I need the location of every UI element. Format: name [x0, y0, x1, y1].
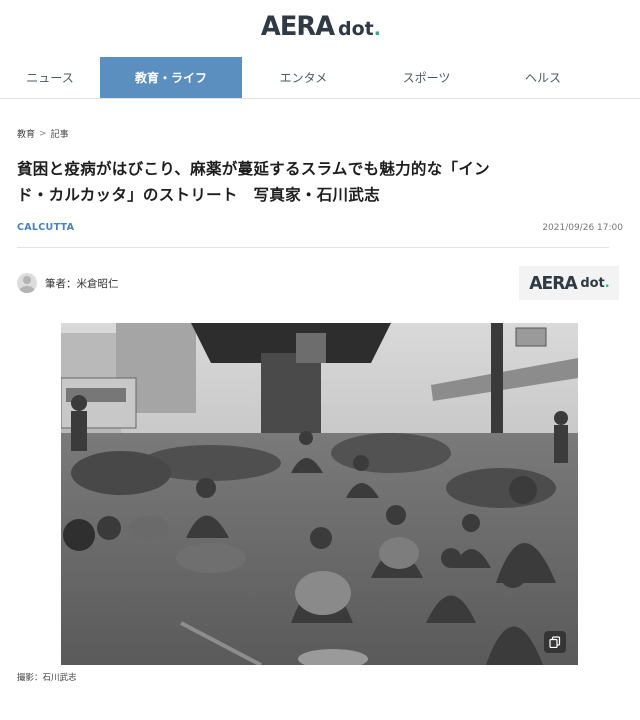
nav-tab-label: ヘルス — [524, 71, 561, 85]
author-name[interactable]: 筆者：米倉昭仁 — [45, 276, 119, 291]
author-row: 筆者：米倉昭仁 AERA dot. — [17, 266, 623, 300]
nav-tab-label: エンタメ — [279, 71, 328, 85]
nav-tab-entertainment[interactable]: エンタメ — [242, 57, 365, 98]
nav-tab-label: ニュース — [26, 71, 74, 85]
nav-tab-sports[interactable]: スポーツ — [365, 57, 488, 98]
badge-logo-sub-word: dot — [580, 275, 605, 291]
logo-dot-char: . — [373, 17, 381, 40]
article-main: 教育 > 記事 貧困と疫病がはびこり、麻薬が蔓延するスラムでも魅力的な「イン ド… — [0, 127, 640, 300]
photo-illustration — [61, 323, 578, 665]
breadcrumb-item-article: 記事 — [50, 130, 69, 140]
article-title-line-2: ド・カルカッタ」のストリート 写真家・石川武志 — [17, 186, 380, 204]
user-avatar-icon — [17, 273, 37, 293]
logo-sub-word: dot — [338, 17, 374, 40]
publish-date: 2021/09/26 17:00 — [542, 222, 623, 233]
meta-divider — [17, 247, 609, 248]
nav-tab-health[interactable]: ヘルス — [488, 57, 598, 98]
site-logo[interactable]: AERA dot. — [259, 11, 381, 42]
publication-logo-badge[interactable]: AERA dot. — [519, 266, 619, 300]
category-tag[interactable]: CALCUTTA — [17, 222, 74, 233]
badge-logo-sub-text: dot. — [580, 276, 609, 291]
site-header: AERA dot. — [0, 0, 640, 52]
category-nav: ニュース 教育・ライフ エンタメ スポーツ ヘルス — [0, 57, 640, 99]
author-info: 筆者：米倉昭仁 — [17, 273, 119, 293]
copy-icon[interactable] — [544, 631, 566, 653]
nav-tab-label: 教育・ライフ — [134, 71, 207, 85]
badge-logo-main-text: AERA — [529, 272, 578, 294]
article-meta: CALCUTTA 2021/09/26 17:00 — [17, 222, 623, 233]
nav-tab-label: スポーツ — [402, 71, 451, 85]
breadcrumb: 教育 > 記事 — [17, 127, 623, 141]
logo-main-text: AERA — [260, 10, 335, 42]
nav-tab-education-life[interactable]: 教育・ライフ — [100, 57, 242, 98]
copy-icon-glyph — [549, 636, 561, 648]
logo-sub-text: dot. — [338, 18, 381, 40]
nav-tab-news[interactable]: ニュース — [0, 57, 100, 98]
breadcrumb-item-education[interactable]: 教育 — [17, 127, 35, 140]
article-photo[interactable] — [61, 323, 578, 665]
breadcrumb-separator: > — [39, 128, 47, 139]
badge-logo-dot-char: . — [604, 275, 610, 291]
article-title-line-1: 貧困と疫病がはびこり、麻薬が蔓延するスラムでも魅力的な「イン — [17, 160, 490, 178]
article-title: 貧困と疫病がはびこり、麻薬が蔓延するスラムでも魅力的な「イン ド・カルカッタ」の… — [17, 156, 623, 208]
photo-caption: 撮影：石川武志 — [17, 673, 77, 683]
